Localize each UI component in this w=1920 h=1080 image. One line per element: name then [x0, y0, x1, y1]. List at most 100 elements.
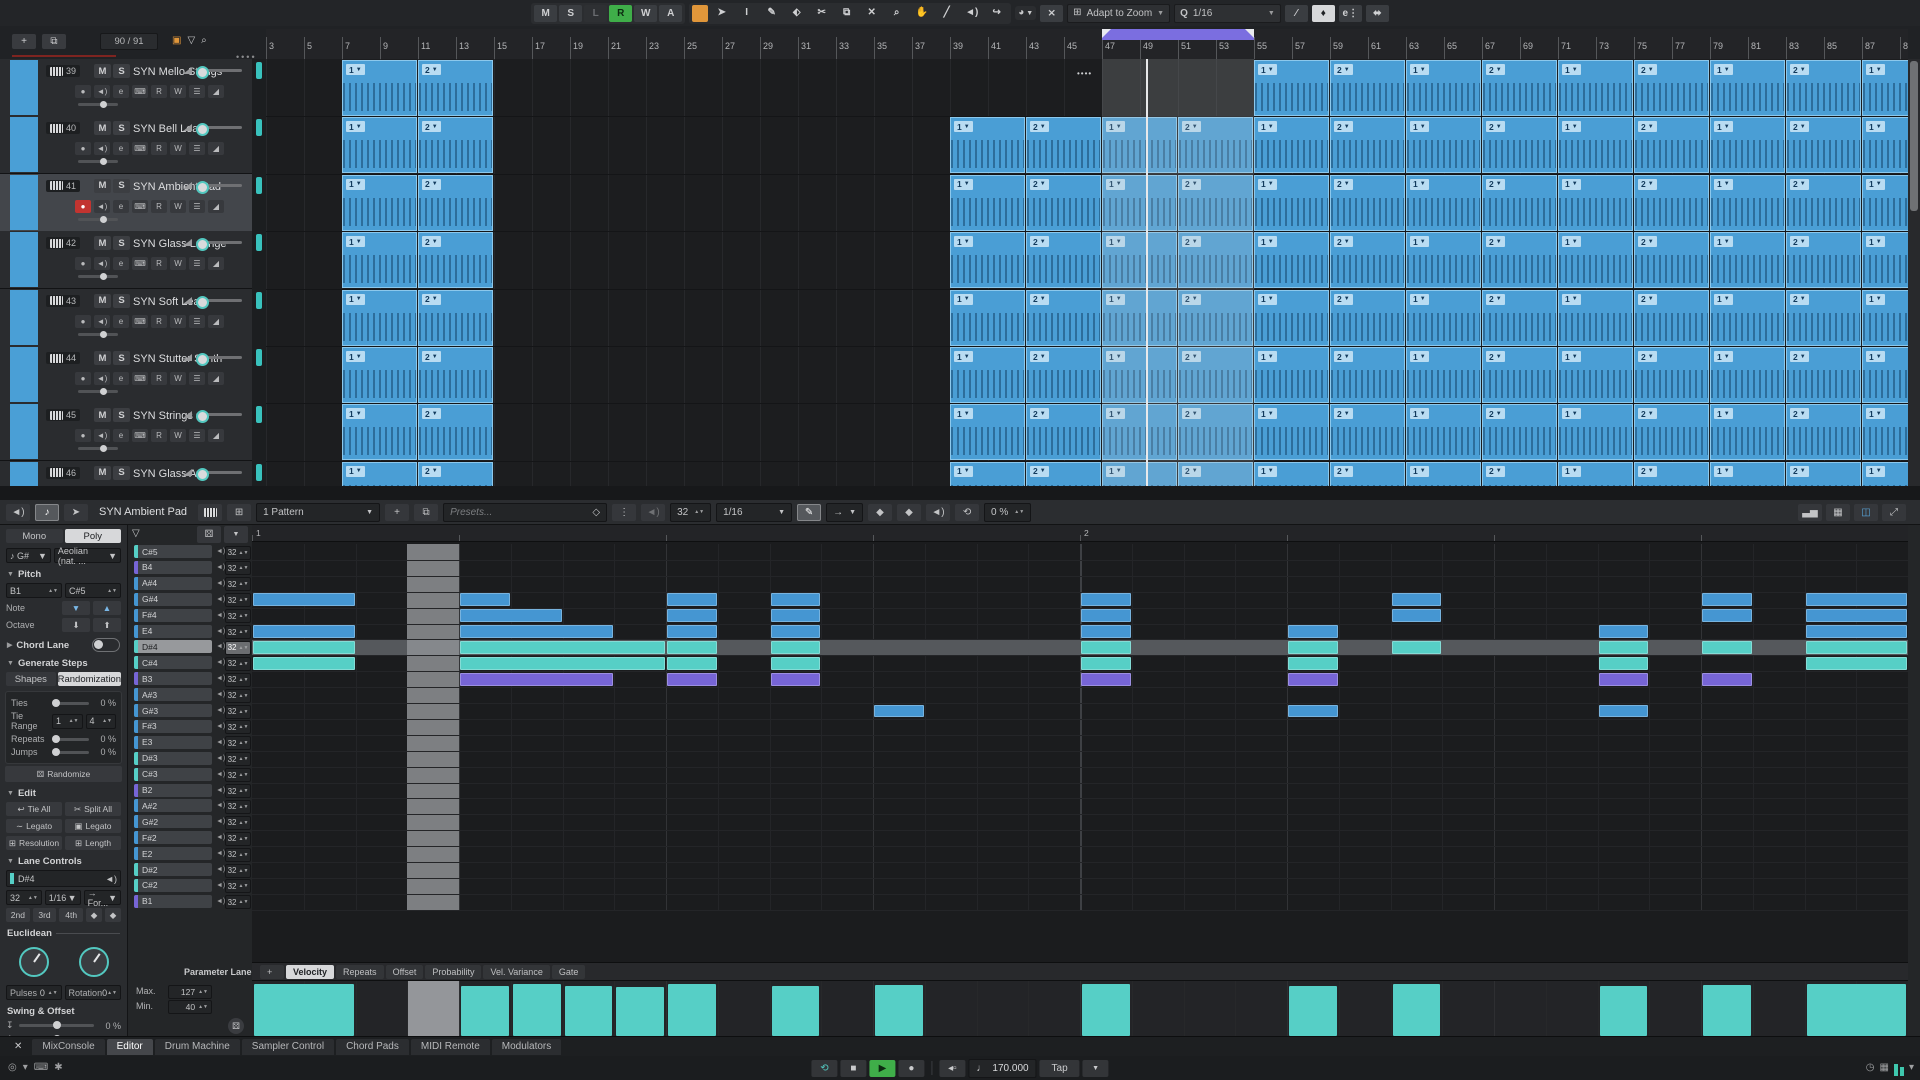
midi-clip[interactable]: 1▼	[342, 347, 417, 403]
lane-speaker-icon[interactable]: ◄)	[216, 548, 225, 555]
tab-drum-machine[interactable]: Drum Machine	[155, 1039, 240, 1055]
ramp-button[interactable]: ◢	[208, 257, 224, 270]
midi-clip[interactable]: 2▼	[1026, 404, 1101, 460]
record-arm-button[interactable]: ●	[75, 200, 91, 213]
pattern-badge[interactable]: 2▼	[1486, 294, 1505, 305]
midi-clip[interactable]: 1▼	[1862, 232, 1908, 288]
instrument-button[interactable]: ⌨	[132, 200, 148, 213]
pitch-header[interactable]: ▼Pitch	[7, 569, 120, 580]
edit-channel-button[interactable]: e	[113, 429, 129, 442]
chord-lane-toggle[interactable]	[92, 638, 120, 652]
lane-step-count[interactable]: 32▲▼	[225, 784, 251, 798]
pattern-badge[interactable]: 2▼	[1334, 466, 1353, 477]
note-down-button[interactable]: ▼	[62, 601, 90, 615]
edit-channel-button[interactable]: e	[113, 372, 129, 385]
pattern-badge[interactable]: 2▼	[1486, 351, 1505, 362]
mute-button[interactable]: M	[94, 236, 111, 250]
lane-step-count[interactable]: 32▲▼	[225, 800, 251, 814]
note-step[interactable]	[874, 705, 924, 718]
automation-s-button[interactable]: S	[559, 5, 582, 22]
pattern-badge[interactable]: 1▼	[954, 466, 973, 477]
mini-fader-knob[interactable]	[100, 273, 107, 280]
nudge-right-button[interactable]: ◆	[897, 504, 921, 521]
midi-clip[interactable]: 1▼	[950, 175, 1025, 231]
pattern-badge[interactable]: 1▼	[1714, 466, 1733, 477]
solo-button[interactable]: S	[113, 64, 130, 78]
rotation-field[interactable]: Rotation0▲▼	[65, 985, 121, 1000]
pattern-badge[interactable]: 1▼	[346, 294, 365, 305]
output-mini-fader[interactable]	[78, 275, 118, 278]
midi-clip[interactable]: 1▼	[342, 60, 417, 116]
chord-lane-header[interactable]: ▶Chord Lane	[7, 638, 120, 652]
track-row[interactable]: 45MSSYN Strings●◄)e⌨RW☰◢	[0, 403, 252, 461]
tab-chord-pads[interactable]: Chord Pads	[336, 1039, 409, 1055]
velocity-max-field[interactable]: 127▲▼	[168, 985, 212, 999]
note-step[interactable]	[1288, 625, 1338, 638]
ramp-button[interactable]: ◢	[208, 142, 224, 155]
midi-clip[interactable]: 2▼	[1026, 232, 1101, 288]
pattern-badge[interactable]: 2▼	[1638, 466, 1657, 477]
color-menu[interactable]: ◕▼	[1015, 6, 1036, 20]
write-button[interactable]: W	[170, 142, 186, 155]
order-3rd-button[interactable]: 3rd	[33, 908, 57, 922]
solo-button[interactable]: S	[113, 408, 130, 422]
mute-button[interactable]: M	[94, 408, 111, 422]
scale-combo[interactable]: Aeolian (nat. ...▼	[54, 548, 121, 563]
pattern-badge[interactable]: 1▼	[1410, 64, 1429, 75]
velocity-bar[interactable]	[875, 985, 923, 1036]
midi-clip[interactable]: 1▼	[342, 290, 417, 346]
shift-left-button[interactable]: ◆	[86, 908, 102, 922]
output-mini-fader[interactable]	[78, 218, 118, 221]
quantize-panel-icon[interactable]: e⋮	[1339, 5, 1362, 22]
pattern-badge[interactable]: 2▼	[1030, 294, 1049, 305]
note-step[interactable]	[1599, 705, 1649, 718]
edit-length-button[interactable]: ⊞ Length	[65, 836, 121, 850]
note-tool-icon[interactable]: ♪	[35, 504, 59, 521]
pattern-badge[interactable]: 2▼	[1790, 408, 1809, 419]
lane-speaker-icon[interactable]: ◄)	[216, 643, 225, 650]
midi-clip[interactable]: 2▼	[1634, 175, 1709, 231]
midi-clip[interactable]: 1▼	[1710, 60, 1785, 116]
pattern-badge[interactable]: 2▼	[1790, 64, 1809, 75]
note-step[interactable]	[1288, 657, 1338, 670]
note-step[interactable]	[1288, 705, 1338, 718]
midi-clip[interactable]: 2▼	[1330, 60, 1405, 116]
lane-speaker-icon[interactable]: ◄)	[216, 866, 225, 873]
grid-type-combo[interactable]: ⊞Adapt to Zoom▼	[1067, 4, 1170, 23]
generate-steps-header[interactable]: ▼Generate Steps	[7, 658, 120, 669]
arrange-vscrollbar[interactable]	[1908, 59, 1920, 500]
pattern-badge[interactable]: 1▼	[346, 466, 365, 477]
autoscroll-button[interactable]: ⨯	[1040, 5, 1063, 22]
param-tab-probability[interactable]: Probability	[425, 965, 481, 979]
lane-grid-combo[interactable]: 1/16▼	[45, 890, 81, 905]
volume-knob[interactable]	[196, 123, 209, 136]
pattern-badge[interactable]: 1▼	[346, 236, 365, 247]
midi-clip[interactable]: 1▼	[1558, 60, 1633, 116]
volume-knob[interactable]	[196, 181, 209, 194]
velocity-bar[interactable]	[1703, 985, 1751, 1036]
pattern-badge[interactable]: 2▼	[422, 294, 441, 305]
pattern-badge[interactable]: 2▼	[1334, 351, 1353, 362]
midi-clip[interactable]: 2▼	[1634, 117, 1709, 173]
midi-clip[interactable]: 2▼	[418, 404, 493, 460]
midi-clip[interactable]: 1▼	[1862, 404, 1908, 460]
output-mini-fader[interactable]	[78, 333, 118, 336]
order-2nd-button[interactable]: 2nd	[6, 908, 30, 922]
lane-step-count[interactable]: 32▲▼	[225, 546, 251, 560]
piano-icon[interactable]	[198, 504, 222, 521]
lane-chip[interactable]: B2	[134, 784, 212, 797]
pattern-badge[interactable]: 1▼	[1410, 408, 1429, 419]
pattern-badge[interactable]: 2▼	[1334, 294, 1353, 305]
lane-step-count[interactable]: 32▲▼	[225, 816, 251, 830]
midi-clip[interactable]: 2▼	[1330, 232, 1405, 288]
swing-field[interactable]: 0 %▲▼	[984, 503, 1031, 522]
cycle-region[interactable]	[1102, 29, 1254, 40]
lane-follow-combo[interactable]: → For...▼	[84, 890, 121, 905]
grid-button[interactable]: ☰	[189, 142, 205, 155]
octave-down-button[interactable]: ⬇	[62, 618, 90, 632]
pattern-badge[interactable]: 1▼	[1410, 236, 1429, 247]
volume-slider[interactable]	[196, 241, 242, 244]
pitch-low-field[interactable]: B1▲▼	[6, 583, 62, 598]
vscroll-thumb[interactable]	[1910, 61, 1918, 211]
monitor-button[interactable]: ◄)	[94, 257, 110, 270]
